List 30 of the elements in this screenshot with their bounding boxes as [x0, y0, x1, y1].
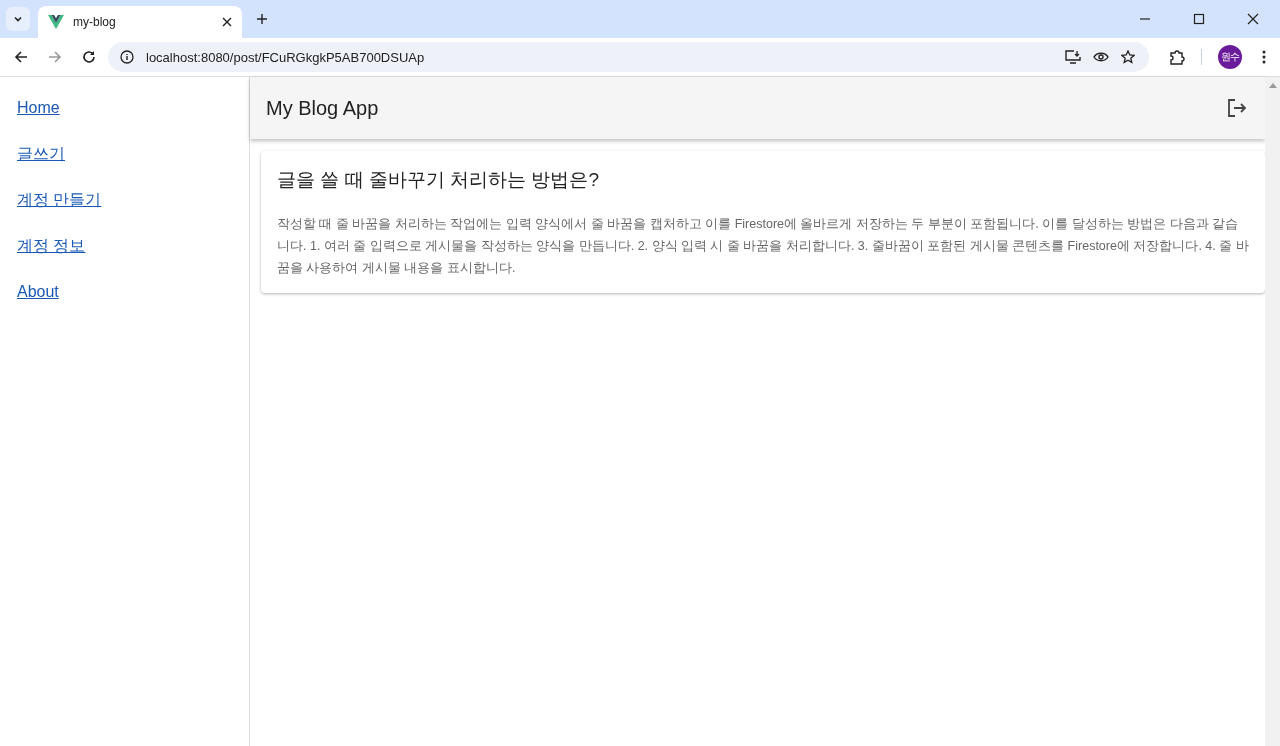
info-icon	[120, 50, 134, 64]
maximize-icon[interactable]	[1193, 13, 1205, 25]
logout-icon[interactable]	[1227, 99, 1247, 117]
new-tab-icon[interactable]	[256, 13, 268, 25]
install-icon[interactable]	[1065, 50, 1081, 64]
url-text: localhost:8080/post/FCuRGkgkP5AB700DSUAp	[146, 49, 425, 65]
nav-link[interactable]: About	[17, 281, 59, 303]
close-icon[interactable]	[1247, 13, 1259, 25]
forward-arrow-icon[interactable]	[48, 50, 62, 64]
menu-icon[interactable]	[1262, 50, 1266, 64]
address-bar[interactable]: localhost:8080/post/FCuRGkgkP5AB700DSUAp	[108, 42, 1149, 72]
puzzle-icon[interactable]	[1169, 49, 1185, 65]
close-icon[interactable]	[222, 17, 232, 27]
star-icon[interactable]	[1121, 50, 1135, 64]
tab-search-button[interactable]	[6, 7, 30, 31]
tab-title: my-blog	[73, 15, 117, 29]
post-body: 작성할 때 줄 바꿈을 처리하는 작업에는 입력 양식에서 줄 바꿈을 캡처하고 이를 Firestore에 올바르게 저장하는 두 부분이 포함됩니다. 이를 달성하는 방법은 다음과 같습니다. 1. 여러 줄 입력으로 게시물을 작성하는 양식을 만듭니다. 2. 양식 입력 시 줄 바꿈을 처리합니다. 3. 줄바꿈이 포함된 게시물 콘텐츠를 Firestore에 저장합니다. 4. 줄 바꿈을 사용하여 게시물 내용을 표시합니다.	[277, 216, 1249, 277]
post-title: 글을 쓸 때 줄바꾸기 처리하는 방법은?	[277, 168, 600, 192]
nav-link[interactable]: 계정 만들기	[17, 189, 102, 211]
nav-link[interactable]: 글쓰기	[17, 143, 65, 165]
browser-tab[interactable]: my-blog	[38, 6, 242, 38]
back-arrow-icon[interactable]	[14, 50, 28, 64]
app-title: My Blog App	[266, 96, 379, 120]
scrollbar[interactable]	[1265, 77, 1280, 746]
nav-link[interactable]: 계정 정보	[17, 235, 86, 257]
reload-icon[interactable]	[82, 50, 96, 64]
profile-avatar[interactable]: 원수	[1218, 45, 1242, 69]
eye-icon[interactable]	[1093, 51, 1109, 63]
v-logo-icon	[48, 15, 64, 29]
nav-link[interactable]: Home	[17, 97, 60, 119]
